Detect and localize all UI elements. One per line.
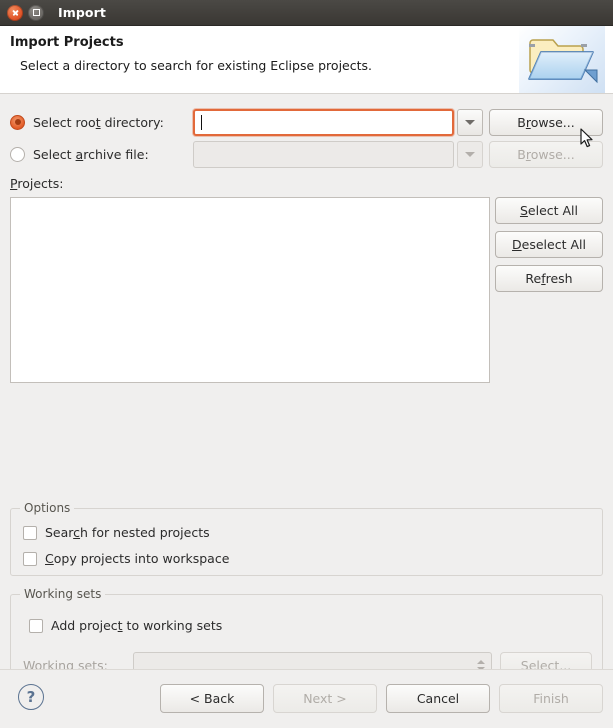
archive-file-input bbox=[193, 140, 454, 168]
text-caret bbox=[201, 114, 202, 130]
checkbox-label: Add project to working sets bbox=[51, 618, 223, 633]
chevron-down-glyph bbox=[465, 119, 475, 125]
cancel-button[interactable]: Cancel bbox=[386, 684, 490, 713]
import-dialog-window: Import Import Projects Select a director… bbox=[0, 0, 613, 728]
projects-side-buttons: Select All Deselect All Refresh bbox=[495, 197, 603, 292]
label-text-part: rchive file: bbox=[83, 146, 149, 162]
browse-label: Browse... bbox=[517, 114, 575, 130]
label-select-archive-file: Select archive file: bbox=[33, 147, 193, 162]
title-bar: Import bbox=[0, 0, 613, 26]
refresh-button[interactable]: Refresh bbox=[495, 265, 603, 292]
radio-select-archive-file[interactable] bbox=[10, 146, 25, 162]
radio-select-root-directory[interactable] bbox=[10, 114, 25, 130]
checkbox-box[interactable] bbox=[23, 551, 37, 566]
help-icon[interactable]: ? bbox=[18, 684, 44, 710]
select-all-button[interactable]: Select All bbox=[495, 197, 603, 224]
maximize-glyph bbox=[32, 9, 40, 16]
next-button: Next > bbox=[273, 684, 377, 713]
checkbox-box[interactable] bbox=[29, 618, 43, 633]
browse-root-directory-button[interactable]: Browse... bbox=[489, 108, 603, 136]
chevron-down-icon[interactable] bbox=[457, 108, 483, 136]
dialog-footer: ? < Back Next > Cancel Finish bbox=[0, 669, 613, 728]
refresh-label: Refresh bbox=[525, 271, 573, 286]
close-icon[interactable] bbox=[7, 4, 23, 21]
open-folder-icon bbox=[519, 26, 605, 93]
label-text-part: Select bbox=[33, 146, 76, 162]
options-group: Options Search for nested projects Copy … bbox=[10, 501, 603, 576]
options-group-title: Options bbox=[20, 501, 75, 515]
checkbox-label: Search for nested projects bbox=[45, 525, 210, 540]
chevron-down-glyph bbox=[465, 151, 475, 157]
finish-button: Finish bbox=[499, 684, 603, 713]
checkbox-box[interactable] bbox=[23, 525, 37, 540]
label-select-root-directory: Select root directory: bbox=[33, 115, 193, 130]
select-all-label: Select All bbox=[519, 203, 579, 218]
deselect-all-button[interactable]: Deselect All bbox=[495, 231, 603, 258]
working-sets-group-title: Working sets bbox=[20, 587, 106, 601]
label-text-part: directory: bbox=[100, 114, 164, 130]
checkbox-add-project-to-working-sets[interactable]: Add project to working sets bbox=[29, 618, 222, 633]
back-button[interactable]: < Back bbox=[160, 684, 264, 713]
label-text-part: Select roo bbox=[33, 114, 96, 130]
window-title: Import bbox=[58, 5, 106, 20]
chevron-down-icon bbox=[457, 140, 483, 168]
label-text-part: rojects: bbox=[17, 176, 64, 191]
archive-file-row: Select archive file: Browse... bbox=[10, 140, 603, 168]
dialog-body: Select root directory: Browse... Select … bbox=[0, 94, 613, 694]
checkbox-search-nested-projects[interactable]: Search for nested projects bbox=[23, 525, 210, 540]
spinner-up-glyph bbox=[477, 660, 485, 664]
browse-archive-file-button: Browse... bbox=[489, 140, 603, 168]
footer-button-bar: < Back Next > Cancel Finish bbox=[160, 684, 603, 713]
checkbox-label: Copy projects into workspace bbox=[45, 551, 230, 566]
deselect-all-label: Deselect All bbox=[512, 237, 586, 252]
browse-label: Browse... bbox=[517, 146, 575, 162]
root-directory-row: Select root directory: Browse... bbox=[10, 108, 603, 136]
dialog-header: Import Projects Select a directory to se… bbox=[0, 26, 613, 94]
root-directory-input[interactable] bbox=[193, 108, 454, 136]
maximize-icon[interactable] bbox=[28, 4, 44, 21]
projects-label: Projects: bbox=[10, 176, 64, 191]
root-directory-combo[interactable] bbox=[193, 108, 483, 136]
projects-listbox[interactable] bbox=[10, 197, 490, 383]
checkbox-copy-projects-into-workspace[interactable]: Copy projects into workspace bbox=[23, 551, 229, 566]
archive-file-combo bbox=[193, 140, 483, 168]
